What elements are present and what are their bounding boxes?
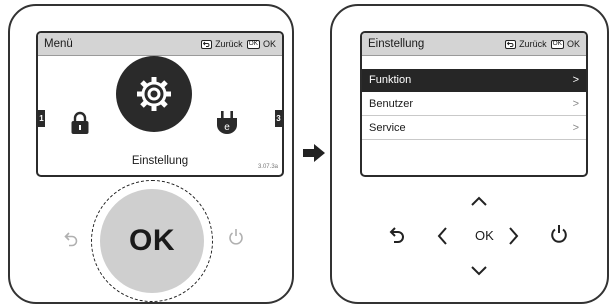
- ok-button[interactable]: OK: [100, 189, 204, 293]
- menu-item-service[interactable]: Service >: [362, 117, 586, 140]
- lock-icon[interactable]: [70, 111, 90, 140]
- power-icon[interactable]: [228, 228, 244, 251]
- plug-e-icon[interactable]: e: [216, 110, 238, 140]
- version-label: 3.07.3a: [257, 164, 278, 170]
- left-menu-title: Menü: [44, 38, 73, 50]
- ok-key-icon: OK: [246, 39, 260, 49]
- back-key-icon: [201, 39, 213, 49]
- svg-text:e: e: [224, 122, 230, 133]
- right-arrow-icon: [302, 143, 326, 168]
- ok-key-icon: OK: [550, 39, 564, 49]
- selected-item-label: Einstellung: [131, 155, 189, 167]
- right-display: Einstellung Zurück OK OK Funktion > Benu…: [360, 31, 588, 177]
- nav-right-icon[interactable]: [508, 226, 520, 251]
- right-header-controls: Zurück OK OK: [505, 39, 580, 49]
- settings-gear-icon[interactable]: [116, 56, 192, 132]
- back-arrow-icon[interactable]: [64, 231, 78, 252]
- left-ok-label: OK: [262, 39, 276, 49]
- menu-item-benutzer[interactable]: Benutzer >: [362, 93, 586, 116]
- menu-item-label: Funktion: [369, 74, 412, 86]
- previous-item-edge[interactable]: 1: [38, 110, 45, 127]
- left-back-label: Zurück: [215, 39, 243, 49]
- menu-item-label: Service: [369, 122, 406, 134]
- nav-up-icon[interactable]: [470, 194, 488, 212]
- left-display: Menü Zurück OK OK 1 e 3 Einstellung 3.07…: [36, 31, 284, 177]
- nav-down-icon[interactable]: [470, 264, 488, 282]
- left-header-bar: Menü Zurück OK OK: [38, 33, 282, 56]
- right-header-bar: Einstellung Zurück OK OK: [362, 33, 586, 56]
- right-menu-title: Einstellung: [368, 38, 425, 50]
- back-key-icon: [505, 39, 517, 49]
- next-item-edge[interactable]: 3: [275, 110, 282, 127]
- menu-item-label: Benutzer: [369, 98, 414, 110]
- nav-left-icon[interactable]: [436, 226, 448, 251]
- left-header-controls: Zurück OK OK: [201, 39, 276, 49]
- power-icon[interactable]: [550, 224, 568, 249]
- chevron-right-icon: >: [572, 74, 579, 86]
- back-arrow-icon[interactable]: [389, 226, 405, 250]
- right-controller-device: Einstellung Zurück OK OK Funktion > Benu…: [330, 4, 609, 304]
- nav-ok-button[interactable]: OK: [475, 228, 494, 243]
- right-ok-label: OK: [566, 39, 580, 49]
- chevron-right-icon: >: [572, 98, 579, 110]
- right-back-label: Zurück: [519, 39, 547, 49]
- chevron-right-icon: >: [572, 122, 579, 134]
- menu-item-funktion[interactable]: Funktion >: [362, 69, 586, 92]
